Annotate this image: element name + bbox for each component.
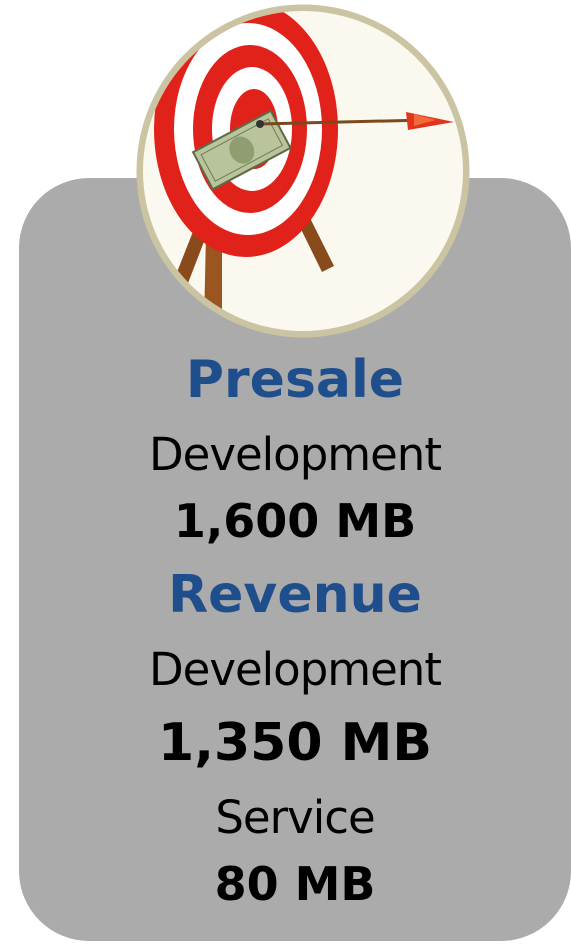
revenue-development-label: Development [149,643,442,696]
revenue-service-value: 80 MB [214,857,376,911]
presale-development-value: 1,600 MB [173,494,417,548]
target-arrow-money-icon [136,4,470,338]
revenue-service-label: Service [215,791,375,844]
revenue-heading: Revenue [168,565,422,625]
revenue-development-value: 1,350 MB [158,713,432,773]
presale-development-label: Development [149,428,442,481]
target-badge [136,4,470,338]
presale-heading: Presale [185,350,405,410]
